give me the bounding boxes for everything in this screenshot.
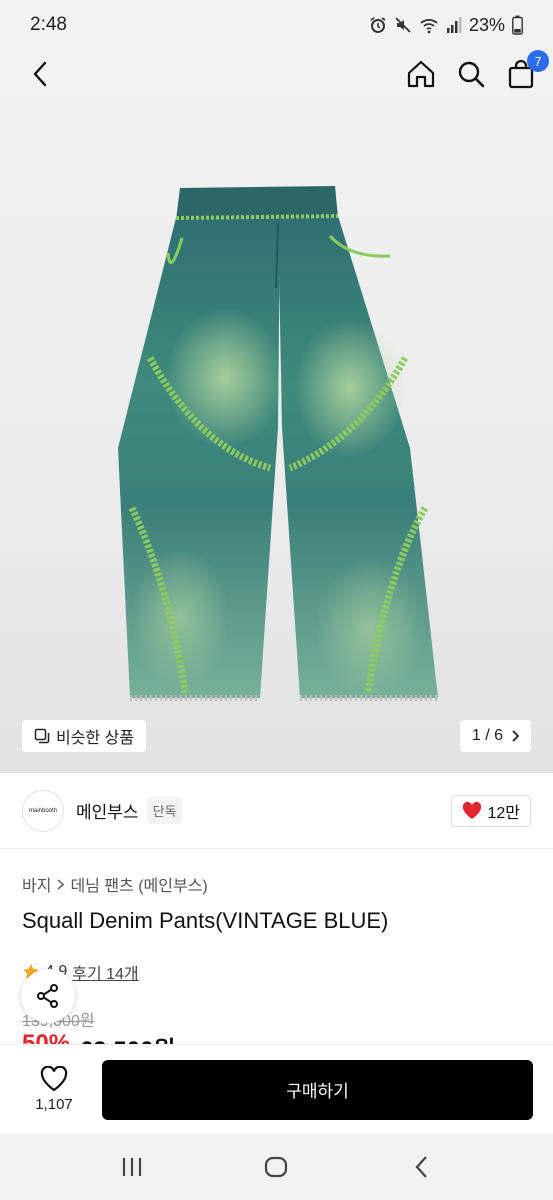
- back-button[interactable]: [24, 58, 56, 90]
- wifi-icon: [420, 19, 438, 34]
- breadcrumb-root[interactable]: 바지: [22, 872, 51, 896]
- cart-button[interactable]: 7: [505, 50, 549, 90]
- battery-percent: 23%: [468, 14, 505, 35]
- system-back-button[interactable]: [401, 1147, 441, 1187]
- buy-button-label: 구매하기: [286, 1082, 349, 1101]
- signal-icon: [446, 17, 462, 33]
- similar-products-button[interactable]: 비슷한 상품: [22, 720, 147, 752]
- recent-apps-button[interactable]: [112, 1147, 152, 1187]
- bottom-action-bar: 1,107 구매하기: [0, 1044, 553, 1134]
- brand-like-count: 12만: [487, 804, 520, 822]
- product-title: Squall Denim Pants(VINTAGE BLUE): [22, 908, 389, 933]
- brand-logo[interactable]: mainbooth: [22, 789, 64, 832]
- home-icon: [407, 60, 435, 88]
- brand-name[interactable]: 메인부스: [76, 798, 139, 823]
- system-navigation-bar: [0, 1134, 553, 1200]
- reviews-link[interactable]: 후기 14개: [72, 960, 138, 984]
- product-image: [118, 186, 438, 701]
- chevron-right-icon: [512, 730, 519, 742]
- image-counter: 1 / 6: [471, 727, 503, 744]
- status-bar: 2:48 23%: [0, 0, 553, 50]
- brand-like-button[interactable]: 12만: [451, 794, 531, 827]
- home-circle-icon: [265, 1156, 288, 1178]
- sale-price: 69,500원: [80, 1030, 176, 1044]
- chevron-right-icon: [57, 878, 65, 890]
- alarm-icon: [370, 17, 386, 33]
- mute-icon: [395, 17, 411, 33]
- search-button[interactable]: [455, 58, 487, 90]
- recent-apps-icon: [123, 1158, 142, 1176]
- image-counter-button[interactable]: 1 / 6: [459, 720, 531, 752]
- chevron-left-icon: [33, 61, 47, 87]
- home-button[interactable]: [405, 58, 437, 90]
- status-time: 2:48: [30, 14, 67, 35]
- product-gallery[interactable]: 비슷한 상품 1 / 6: [0, 98, 553, 773]
- home-system-button[interactable]: [256, 1147, 296, 1187]
- similar-products-label: 비슷한 상품: [56, 730, 135, 747]
- brand-row: mainbooth 메인부스 단독 12만: [0, 773, 553, 849]
- exclusive-badge: 단독: [146, 797, 183, 824]
- top-navigation: 7: [0, 50, 553, 98]
- status-icons: 23%: [369, 15, 523, 36]
- share-button[interactable]: [21, 969, 75, 1023]
- breadcrumb-leaf[interactable]: 데님 팬츠 (메인부스): [70, 872, 207, 896]
- buy-button[interactable]: 구매하기: [102, 1059, 533, 1120]
- discount-rate: 50%: [22, 1030, 71, 1044]
- battery-icon: [512, 15, 523, 35]
- wishlist-button[interactable]: 1,107: [22, 1066, 86, 1113]
- search-icon: [458, 61, 485, 88]
- heart-outline-icon: [40, 1066, 68, 1092]
- wishlist-count: 1,107: [35, 1096, 73, 1113]
- price-row: 50% 69,500원: [22, 1030, 176, 1044]
- copy-icon: [34, 728, 50, 744]
- breadcrumb: 바지 데님 팬츠 (메인부스): [22, 872, 208, 896]
- cart-count-badge: 7: [527, 50, 549, 72]
- top-nav-actions: 7: [405, 50, 549, 90]
- back-arrow-icon: [415, 1156, 427, 1178]
- brand-logo-text: mainbooth: [28, 807, 58, 814]
- heart-filled-icon: [463, 801, 482, 819]
- share-icon: [37, 984, 58, 1008]
